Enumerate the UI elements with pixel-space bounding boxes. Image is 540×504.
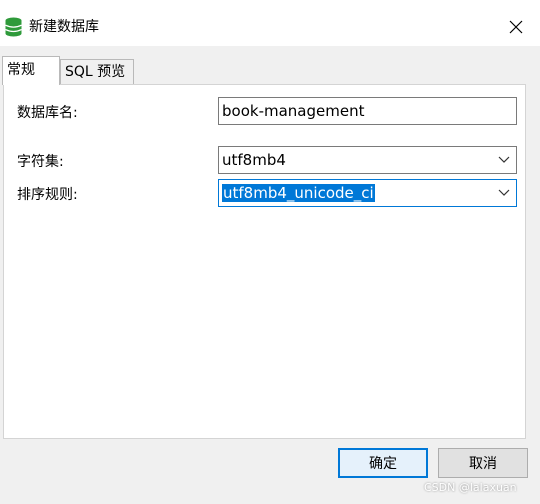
watermark: CSDN @lalaxuan — [424, 481, 517, 494]
db-name-value: book-management — [222, 102, 365, 120]
tab-sql-preview[interactable]: SQL 预览 — [60, 59, 134, 84]
window-title: 新建数据库 — [29, 19, 99, 35]
charset-label: 字符集: — [17, 154, 64, 170]
ok-button[interactable]: 确定 — [338, 448, 428, 478]
general-panel: 数据库名: book-management 字符集: utf8mb4 排序规则:… — [3, 84, 526, 439]
cancel-button[interactable]: 取消 — [438, 448, 528, 478]
collation-label: 排序规则: — [17, 187, 78, 203]
charset-value: utf8mb4 — [222, 151, 286, 169]
close-icon — [509, 20, 523, 34]
db-name-input[interactable]: book-management — [218, 97, 517, 125]
collation-select[interactable]: utf8mb4_unicode_ci — [218, 179, 517, 207]
chevron-down-icon — [498, 189, 510, 196]
db-name-label: 数据库名: — [17, 105, 78, 121]
charset-select[interactable]: utf8mb4 — [218, 146, 517, 174]
title-bar: 新建数据库 — [0, 0, 540, 46]
database-icon — [5, 17, 22, 37]
close-button[interactable] — [496, 13, 536, 41]
tab-general[interactable]: 常规 — [2, 56, 60, 85]
chevron-down-icon — [498, 156, 510, 163]
collation-value: utf8mb4_unicode_ci — [222, 184, 375, 202]
